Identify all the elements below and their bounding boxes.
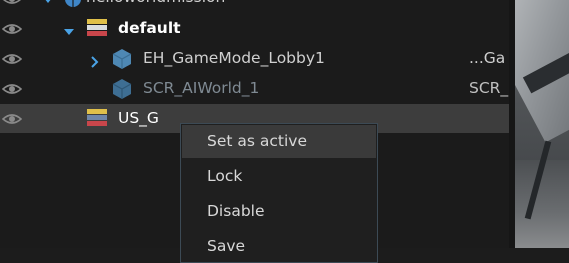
layer-stack-icon — [86, 18, 108, 38]
menu-item-save[interactable]: Save — [182, 230, 376, 263]
layer-stack-icon — [86, 108, 108, 128]
eye-icon[interactable] — [2, 53, 22, 65]
context-menu: Set as active Lock Disable Save — [180, 123, 378, 263]
tree-row-default-layer[interactable]: default — [0, 14, 509, 43]
menu-item-label: Disable — [207, 202, 265, 220]
tree-row-label: default — [118, 19, 181, 37]
tree-row-label: helloworldmission — [86, 0, 225, 6]
entity-type-label: SCR_ — [469, 79, 509, 97]
menu-item-set-as-active[interactable]: Set as active — [182, 125, 376, 158]
eye-icon[interactable] — [2, 113, 22, 125]
eye-icon[interactable] — [2, 0, 22, 5]
tree-row-label: US_G — [118, 109, 159, 127]
menu-item-disable[interactable]: Disable — [182, 195, 376, 228]
expand-arrow-icon[interactable] — [42, 0, 54, 3]
tree-row-world[interactable]: helloworldmission — [0, 0, 509, 14]
cube-icon — [111, 78, 133, 99]
eye-icon[interactable] — [2, 83, 22, 95]
tree-row-label: EH_GameMode_Lobby1 — [143, 49, 325, 67]
entity-type-label: ...Ga — [469, 49, 506, 67]
menu-item-label: Save — [207, 237, 246, 255]
tree-row-entity[interactable]: EH_GameMode_Lobby1 ...Ga — [0, 44, 509, 73]
menu-item-lock[interactable]: Lock — [182, 160, 376, 193]
menu-item-label: Set as active — [207, 132, 307, 150]
cube-icon — [111, 48, 133, 69]
tree-row-label: SCR_AIWorld_1 — [143, 79, 260, 97]
eye-icon[interactable] — [2, 23, 22, 35]
menu-item-label: Lock — [207, 167, 243, 185]
collapse-arrow-icon[interactable] — [63, 23, 75, 35]
tree-row-entity[interactable]: SCR_AIWorld_1 SCR_ — [0, 74, 509, 103]
expand-arrow-icon[interactable] — [88, 53, 100, 68]
viewport-3d[interactable] — [515, 0, 569, 248]
globe-icon — [62, 0, 84, 8]
